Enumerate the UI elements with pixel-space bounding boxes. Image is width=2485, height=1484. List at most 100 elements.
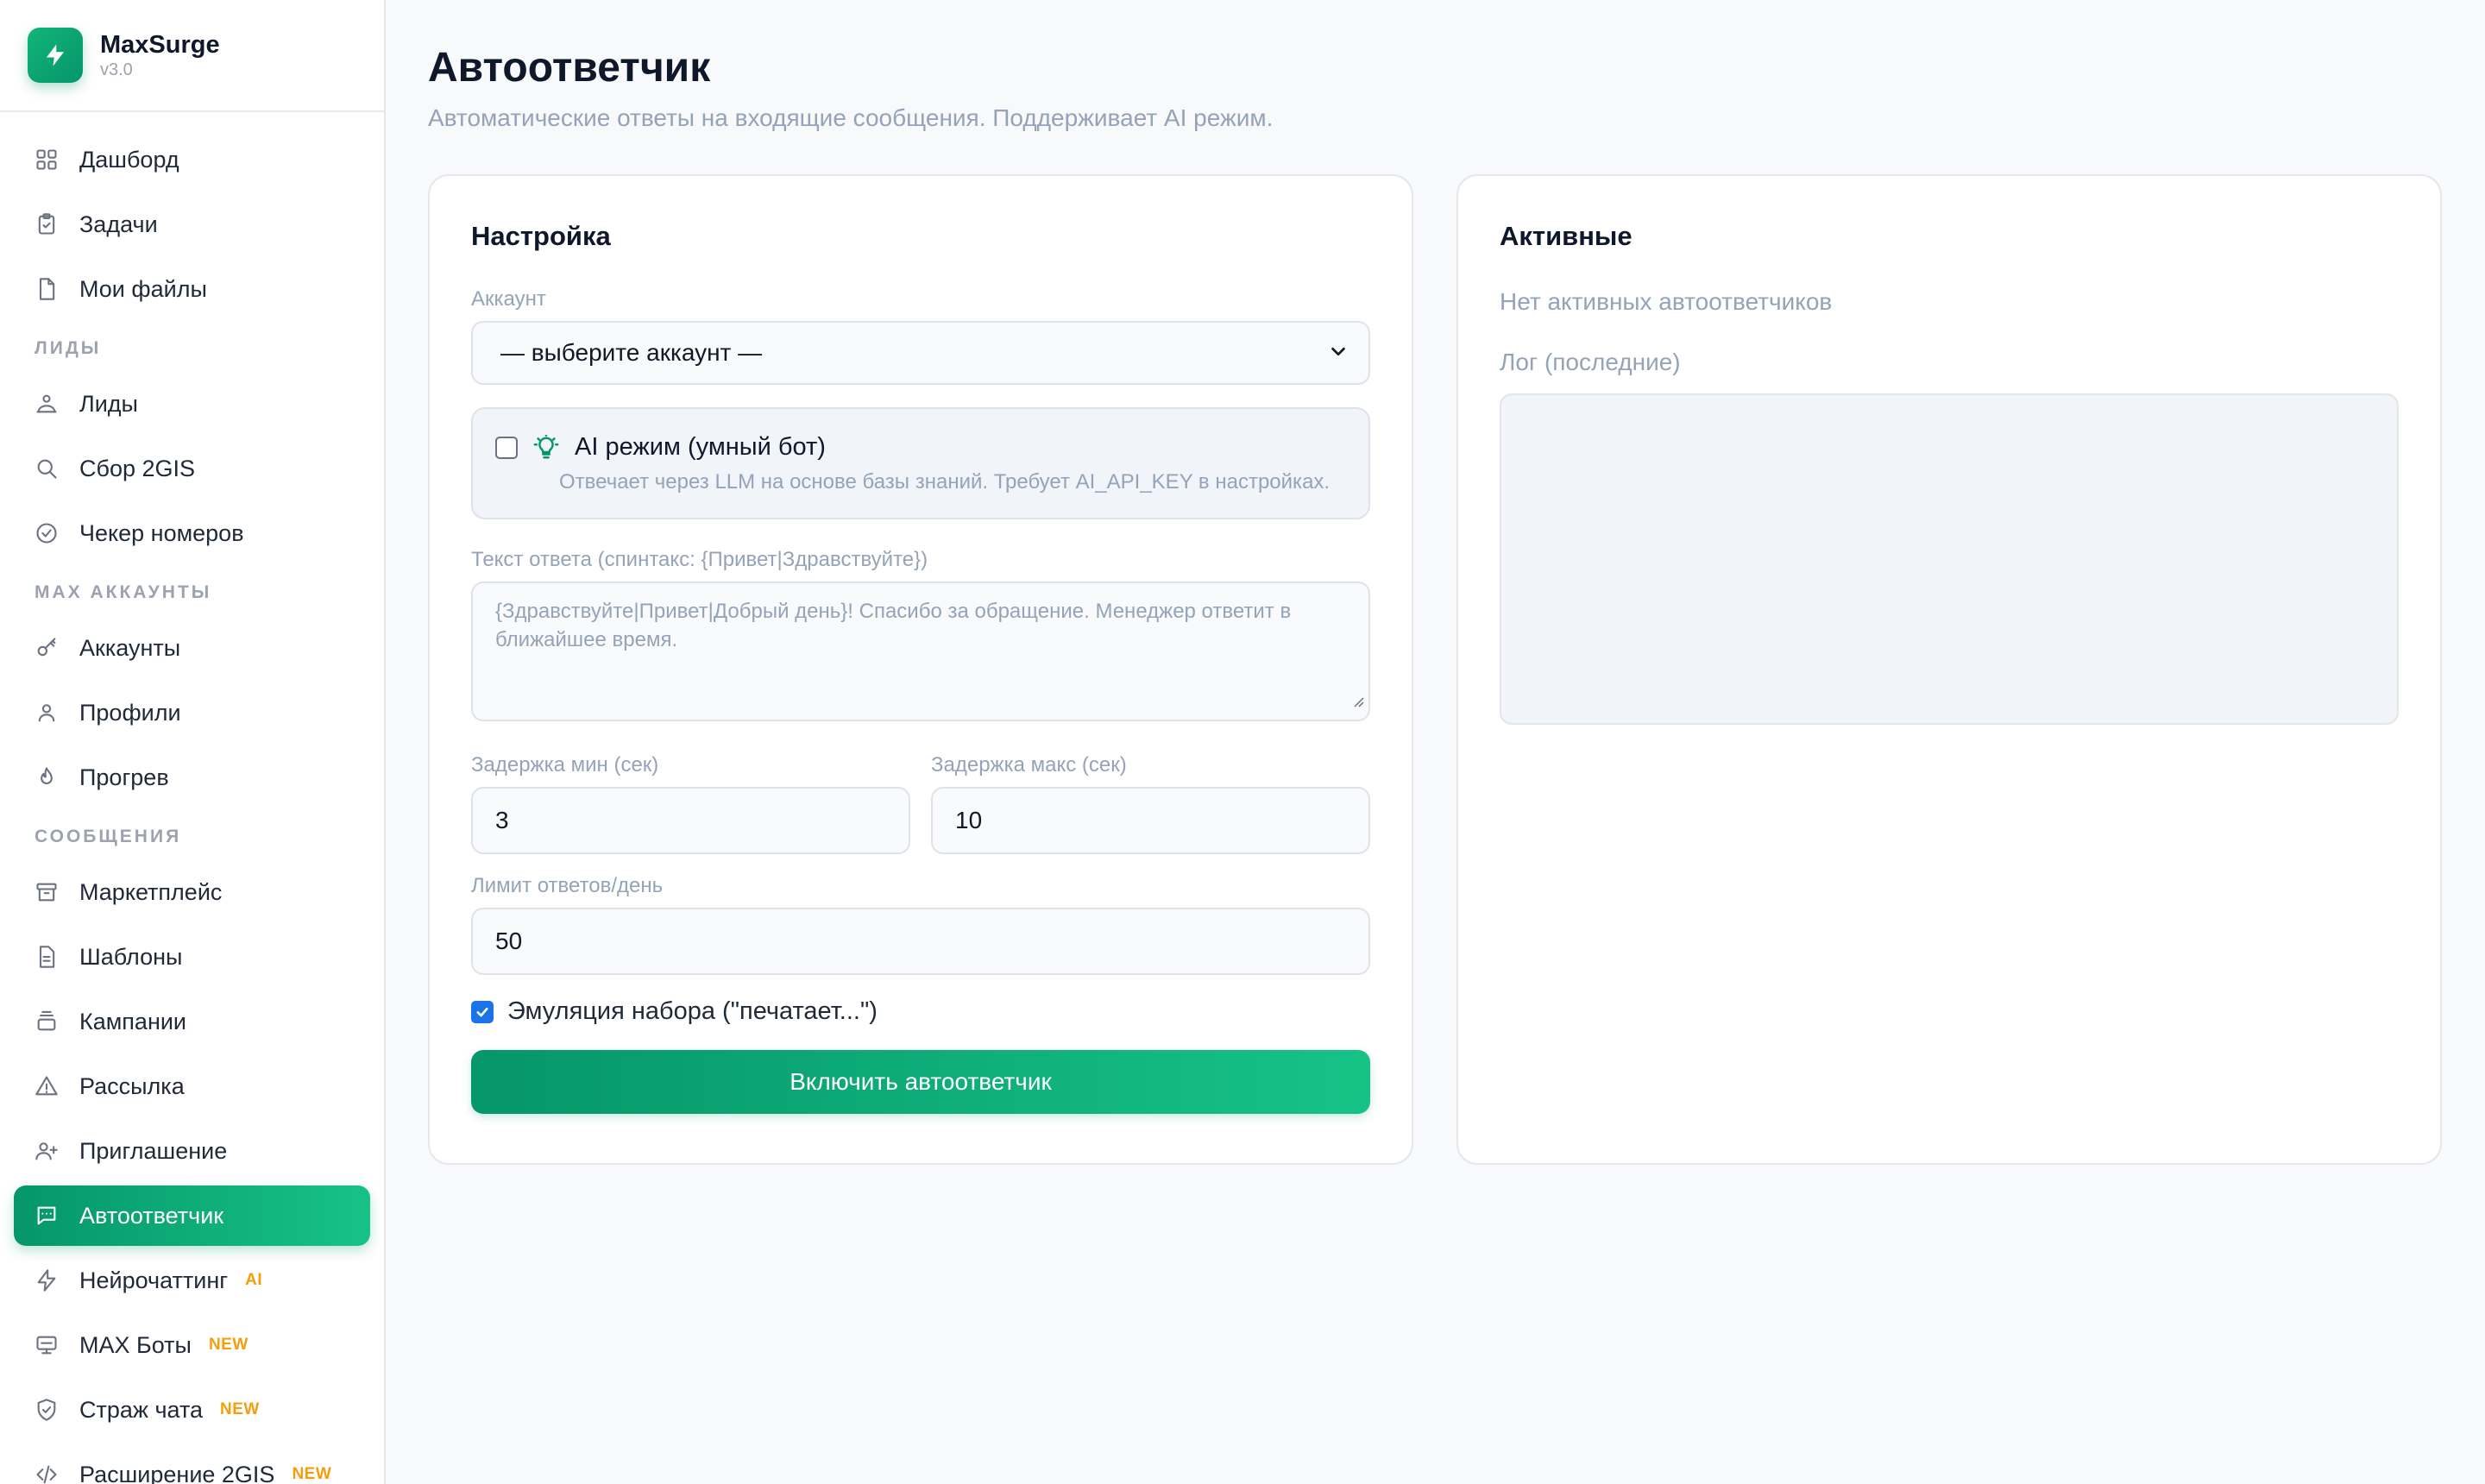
account-select[interactable]: — выберите аккаунт — bbox=[471, 321, 1370, 385]
delay-min-label: Задержка мин (сек) bbox=[471, 753, 659, 777]
sidebar-section-label: СООБЩЕНИЯ bbox=[35, 827, 182, 846]
ai-mode-description: Отвечает через LLM на основе базы знаний… bbox=[559, 470, 1331, 494]
account-select-value: — выберите аккаунт — bbox=[500, 339, 763, 366]
settings-title: Настройка bbox=[471, 221, 611, 251]
typing-emulation-checkbox[interactable] bbox=[471, 1000, 494, 1023]
sidebar-item-3[interactable]: Мои файлы bbox=[14, 259, 370, 319]
daily-limit-input[interactable]: 50 bbox=[471, 908, 1370, 975]
settings-card: Настройка Аккаунт — выберите аккаунт — A… bbox=[428, 174, 1413, 1165]
sidebar-section-label: ЛИДЫ bbox=[35, 338, 102, 358]
delay-max-label: Задержка макс (сек) bbox=[931, 753, 1127, 777]
sidebar-item-badge: NEW bbox=[292, 1465, 332, 1483]
sidebar-item-16[interactable]: Рассылка bbox=[14, 1056, 370, 1116]
sidebar-item-badge: NEW bbox=[208, 1336, 248, 1354]
reply-text-input[interactable]: {Здравствуйте|Привет|Добрый день}! Спаси… bbox=[471, 582, 1370, 721]
empty-state-text: Нет активных автоответчиков bbox=[1500, 288, 1833, 315]
sidebar-item-label: Шаблоны bbox=[79, 943, 183, 970]
sidebar-item-label: Рассылка bbox=[79, 1072, 185, 1099]
sidebar-item-label: Лиды bbox=[79, 390, 138, 417]
sidebar-item-label: Аккаунты bbox=[79, 634, 181, 661]
logo-bolt-icon bbox=[28, 28, 83, 83]
sidebar-item-1[interactable]: Дашборд bbox=[14, 129, 370, 190]
key-icon bbox=[35, 636, 59, 660]
active-title: Активные bbox=[1500, 221, 1633, 251]
reply-text-placeholder: {Здравствуйте|Привет|Добрый день}! Спаси… bbox=[495, 600, 1292, 651]
resize-handle-icon[interactable] bbox=[1351, 688, 1365, 716]
sidebar-item-label: Мои файлы bbox=[79, 275, 207, 302]
delay-max-input[interactable]: 10 bbox=[931, 787, 1370, 854]
sidebar-item-label: Нейрочаттинг bbox=[79, 1267, 229, 1293]
sidebar-item-14[interactable]: Шаблоны bbox=[14, 927, 370, 987]
chevron-down-icon bbox=[1329, 339, 1348, 367]
sidebar-item-2[interactable]: Задачи bbox=[14, 194, 370, 255]
sidebar-item-badge: NEW bbox=[220, 1400, 260, 1418]
sidebar-item-10[interactable]: Профили bbox=[14, 682, 370, 743]
archive-icon bbox=[35, 880, 59, 904]
sidebar-item-7[interactable]: Чекер номеров bbox=[14, 503, 370, 563]
grid-icon bbox=[35, 148, 59, 172]
sidebar-item-20[interactable]: MAX Боты NEW bbox=[14, 1315, 370, 1375]
alert-triangle-icon bbox=[35, 1074, 59, 1098]
document-icon bbox=[35, 945, 59, 969]
sidebar-item-label: Профили bbox=[79, 699, 181, 726]
check-circle-icon bbox=[35, 521, 59, 545]
account-label: Аккаунт bbox=[471, 287, 546, 311]
reply-text-label: Текст ответа (спинтакс: {Привет|Здравств… bbox=[471, 548, 928, 571]
users-icon bbox=[35, 392, 59, 416]
enable-autoresponder-button[interactable]: Включить автоответчик bbox=[471, 1050, 1370, 1114]
lightbulb-icon bbox=[533, 434, 559, 461]
search-icon bbox=[35, 456, 59, 481]
page-subtitle: Автоматические ответы на входящие сообще… bbox=[428, 104, 1274, 131]
flame-icon bbox=[35, 765, 59, 789]
sidebar-item-13[interactable]: Маркетплейс bbox=[14, 862, 370, 922]
sidebar-item-label: Расширение 2GIS bbox=[79, 1461, 275, 1484]
bolt-icon bbox=[35, 1268, 59, 1292]
sidebar-section-label: MAX АККАУНТЫ bbox=[35, 582, 212, 602]
sidebar-item-label: Кампании bbox=[79, 1008, 187, 1034]
sidebar-item-22[interactable]: Расширение 2GIS NEW bbox=[14, 1444, 370, 1484]
brand-name: MaxSurge bbox=[100, 31, 220, 59]
sidebar-item-15[interactable]: Кампании bbox=[14, 991, 370, 1052]
sidebar-item-11[interactable]: Прогрев bbox=[14, 747, 370, 808]
sidebar-item-label: MAX Боты bbox=[79, 1331, 192, 1358]
typing-emulation-label: Эмуляция набора ("печатает...") bbox=[507, 997, 878, 1025]
sidebar-item-21[interactable]: Страж чата NEW bbox=[14, 1380, 370, 1440]
sidebar-nav: Дашборд Задачи Мои файлы ЛИДЫ Лиды Сбор 2GIS Ч… bbox=[0, 112, 384, 1484]
user-plus-icon bbox=[35, 1139, 59, 1163]
chat-icon bbox=[35, 1204, 59, 1228]
brand-version: v3.0 bbox=[100, 60, 133, 79]
page-title: Автоответчик bbox=[428, 45, 711, 91]
shield-icon bbox=[35, 1398, 59, 1422]
sidebar-item-6[interactable]: Сбор 2GIS bbox=[14, 438, 370, 499]
sidebar-item-badge: AI bbox=[245, 1271, 263, 1289]
log-box[interactable] bbox=[1500, 393, 2399, 725]
sidebar-item-17[interactable]: Приглашение bbox=[14, 1121, 370, 1181]
daily-limit-label: Лимит ответов/день bbox=[471, 874, 664, 897]
sidebar-item-9[interactable]: Аккаунты bbox=[14, 618, 370, 678]
ai-mode-title: AI режим (умный бот) bbox=[575, 433, 826, 461]
sidebar-item-5[interactable]: Лиды bbox=[14, 374, 370, 434]
layers-icon bbox=[35, 1009, 59, 1034]
code-icon bbox=[35, 1462, 59, 1484]
sidebar-item-label: Приглашение bbox=[79, 1137, 228, 1164]
delay-min-input[interactable]: 3 bbox=[471, 787, 910, 854]
ai-mode-box: AI режим (умный бот) Отвечает через LLM … bbox=[471, 407, 1370, 519]
brand: MaxSurge v3.0 bbox=[0, 0, 384, 112]
sidebar-item-label: Дашборд bbox=[79, 146, 179, 173]
user-icon bbox=[35, 701, 59, 725]
log-label: Лог (последние) bbox=[1500, 349, 1681, 375]
sidebar-item-label: Прогрев bbox=[79, 764, 169, 790]
sidebar-item-label: Маркетплейс bbox=[79, 878, 223, 905]
file-icon bbox=[35, 277, 59, 301]
active-card: Активные Нет активных автоответчиков Лог… bbox=[1456, 174, 2442, 1165]
ai-mode-checkbox[interactable] bbox=[495, 436, 518, 459]
sidebar-item-19[interactable]: Нейрочаттинг AI bbox=[14, 1250, 370, 1311]
sidebar-item-label: Сбор 2GIS bbox=[79, 455, 196, 481]
sidebar-item-18[interactable]: Автоответчик bbox=[14, 1185, 370, 1246]
sidebar-item-label: Автоответчик bbox=[79, 1202, 224, 1229]
clipboard-icon bbox=[35, 212, 59, 236]
main-content: Автоответчик Автоматические ответы на вх… bbox=[386, 0, 2485, 1484]
monitor-icon bbox=[35, 1333, 59, 1357]
sidebar: MaxSurge v3.0 Дашборд Задачи Мои файлы ЛИДЫ… bbox=[0, 0, 386, 1484]
sidebar-item-label: Страж чата bbox=[79, 1396, 204, 1423]
